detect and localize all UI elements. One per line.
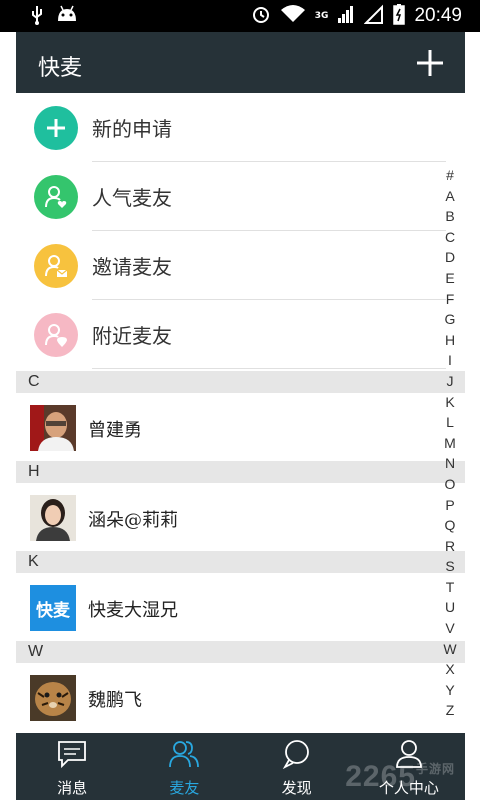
index-letter[interactable]: A [445,186,454,207]
avatar [30,405,76,451]
contact-name: 曾建勇 [88,420,142,441]
tab-label: 麦友 [169,779,200,797]
index-letter[interactable]: C [445,227,455,248]
tab-label: 发现 [281,779,312,797]
signal-outline-icon [364,4,384,28]
alarm-icon [251,4,271,28]
contact-row[interactable]: 曾建勇 [16,393,446,461]
nearby-friends-label: 附近麦友 [92,324,172,348]
contact-name: 涵朵@莉莉 [88,510,178,531]
contacts-list: 新的申请 人气麦友 邀请麦友 附近麦友 C 曾建勇 H 涵朵@莉莉 K 快麦 快… [16,93,465,733]
app-bar: 快麦 [16,32,465,93]
index-letter[interactable]: K [445,392,454,413]
index-letter[interactable]: S [445,556,454,577]
tab-discover[interactable]: 发现 [241,733,353,800]
index-letter[interactable]: R [445,536,455,557]
section-letter: K [28,553,39,570]
index-letter[interactable]: # [446,165,454,186]
section-header-c: C [16,371,465,393]
alphabet-index-bar[interactable]: # A B C D E F G H I J K L M N O P Q R S T U V W X Y Z [440,165,460,721]
watermark-logo: 2265手游网 [345,760,455,793]
plus-icon [417,50,443,76]
bottom-tab-bar: 消息 麦友 发现 个人中心 2265手游网 [16,733,465,800]
invite-friends-row[interactable]: 邀请麦友 [16,231,446,300]
index-letter[interactable]: E [445,268,454,289]
index-letter[interactable]: U [445,597,455,618]
index-letter[interactable]: G [445,309,456,330]
index-letter[interactable]: X [445,659,454,680]
network-type: 3G [314,11,329,21]
new-request-row[interactable]: 新的申请 [16,93,446,162]
index-letter[interactable]: W [443,639,456,660]
battery-icon [393,3,406,29]
section-letter: W [28,643,44,660]
index-letter[interactable]: D [445,247,455,268]
contact-name: 魏鹏飞 [88,690,142,711]
contact-name: 快麦大湿兄 [88,600,178,621]
divider [92,368,446,369]
status-bar: 3G 20:49 [0,0,480,32]
section-letter: H [28,463,40,480]
popular-friends-label: 人气麦友 [92,186,172,210]
tab-label: 消息 [57,779,88,797]
popular-friends-row[interactable]: 人气麦友 [16,162,446,231]
index-letter[interactable]: V [445,618,454,639]
index-letter[interactable]: J [447,371,454,392]
page-title: 快麦 [38,56,83,81]
index-letter[interactable]: H [445,330,455,351]
contact-row[interactable]: 魏鹏飞 [16,663,446,731]
index-letter[interactable]: Z [446,700,455,721]
signal-icon [337,4,355,28]
index-letter[interactable]: Y [445,680,454,701]
index-letter[interactable]: B [445,206,454,227]
tab-messages[interactable]: 消息 [16,733,128,800]
user-location-icon [34,312,78,357]
avatar: 快麦 [30,585,76,631]
usb-icon [30,5,44,29]
section-letter: C [28,373,40,390]
user-heart-icon [34,174,78,219]
nearby-friends-row[interactable]: 附近麦友 [16,300,446,369]
contact-row[interactable]: 涵朵@莉莉 [16,483,446,551]
discover-icon [281,739,313,770]
index-letter[interactable]: L [446,412,454,433]
add-button[interactable] [415,48,445,78]
wifi-icon [280,4,306,28]
index-letter[interactable]: P [445,495,454,516]
message-icon [56,739,88,769]
index-letter[interactable]: M [444,433,456,454]
android-icon [56,5,78,29]
contact-row[interactable]: 快麦 快麦大湿兄 [16,573,446,641]
section-header-k: K [16,551,465,573]
status-time: 20:49 [414,5,462,26]
index-letter[interactable]: T [446,577,455,598]
avatar [30,675,76,721]
tab-friends[interactable]: 麦友 [128,733,240,800]
index-letter[interactable]: I [448,350,452,371]
index-letter[interactable]: O [445,474,456,495]
new-request-label: 新的申请 [92,117,172,141]
avatar-logo-text: 快麦 [36,600,70,621]
user-mail-icon [34,243,78,288]
section-header-h: H [16,461,465,483]
invite-friends-label: 邀请麦友 [92,255,172,279]
plus-icon [34,105,78,150]
index-letter[interactable]: N [445,453,455,474]
avatar [30,495,76,541]
index-letter[interactable]: F [446,289,455,310]
friends-icon [168,739,200,769]
section-header-w: W [16,641,465,663]
index-letter[interactable]: Q [445,515,456,536]
